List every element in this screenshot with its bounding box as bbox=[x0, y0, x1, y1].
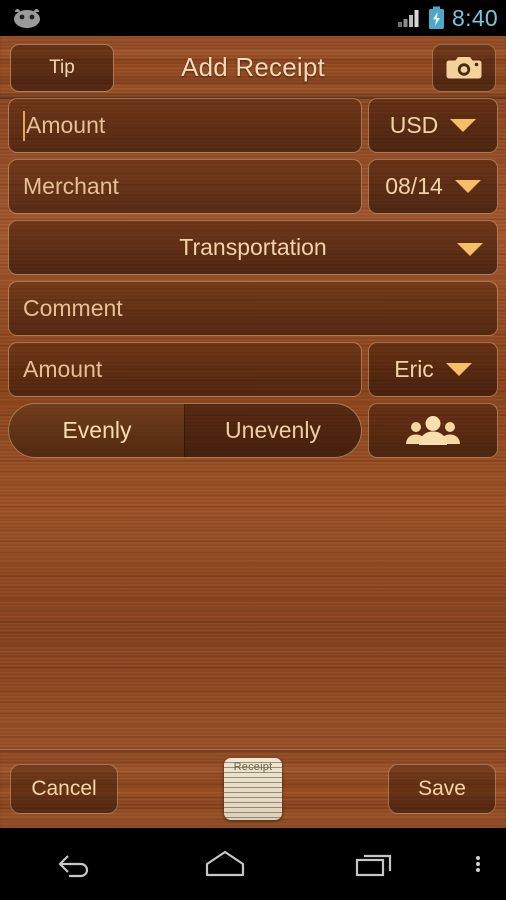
category-row: Transportation bbox=[0, 220, 506, 275]
recent-apps-icon bbox=[355, 854, 392, 877]
merchant-row: Merchant 08/14 bbox=[0, 159, 506, 214]
share-amount-row: Amount Eric bbox=[0, 342, 506, 397]
date-value: 08/14 bbox=[385, 173, 443, 199]
save-button[interactable]: Save bbox=[388, 764, 496, 814]
category-value: Transportation bbox=[179, 234, 327, 260]
android-nav-bar bbox=[0, 828, 506, 900]
battery-charging-icon bbox=[429, 6, 445, 29]
category-spinner[interactable]: Transportation bbox=[8, 220, 498, 275]
merchant-placeholder: Merchant bbox=[23, 173, 119, 199]
split-mode-toggle[interactable]: Evenly Unevenly bbox=[8, 403, 362, 458]
payer-spinner[interactable]: Eric bbox=[368, 342, 498, 397]
back-arrow-icon bbox=[58, 855, 89, 878]
nav-back-button[interactable] bbox=[0, 828, 150, 900]
share-amount-placeholder: Amount bbox=[23, 356, 103, 382]
tip-button[interactable]: Tip bbox=[10, 44, 114, 92]
camera-button[interactable] bbox=[432, 44, 496, 92]
people-group-icon bbox=[406, 415, 460, 445]
save-button-label: Save bbox=[418, 777, 466, 800]
receipt-thumbnail-icon[interactable]: Receipt bbox=[224, 758, 282, 820]
cancel-button[interactable]: Cancel bbox=[10, 764, 118, 814]
amount-placeholder: Amount bbox=[26, 112, 106, 138]
amount-row: Amount USD bbox=[0, 98, 506, 153]
nav-recents-button[interactable] bbox=[300, 828, 450, 900]
comment-placeholder: Comment bbox=[23, 295, 123, 321]
split-unevenly-option[interactable]: Unevenly bbox=[185, 404, 361, 457]
app-screen: 8:40 Add Receipt Tip Amount USD Merchant… bbox=[0, 0, 506, 900]
share-amount-input[interactable]: Amount bbox=[8, 342, 362, 397]
split-evenly-label: Evenly bbox=[62, 417, 132, 443]
bottom-action-bar: Cancel Receipt Save bbox=[0, 749, 506, 828]
select-people-button[interactable] bbox=[368, 403, 498, 458]
chevron-down-icon bbox=[450, 119, 477, 132]
nav-home-button[interactable] bbox=[150, 828, 300, 900]
comment-row: Comment bbox=[0, 281, 506, 336]
chevron-down-icon bbox=[454, 180, 481, 193]
payer-value: Eric bbox=[394, 356, 434, 382]
comment-input[interactable]: Comment bbox=[8, 281, 498, 336]
status-icons: 8:40 bbox=[397, 0, 498, 36]
signal-bars-icon bbox=[398, 10, 419, 27]
chevron-down-icon bbox=[457, 243, 483, 256]
nav-overflow-button[interactable] bbox=[450, 828, 506, 900]
tip-button-label: Tip bbox=[49, 57, 75, 78]
receipt-thumbnail-label: Receipt bbox=[233, 761, 273, 773]
currency-value: USD bbox=[389, 112, 439, 138]
camera-icon bbox=[446, 57, 482, 79]
status-bar: 8:40 bbox=[0, 0, 506, 36]
cyanogenmod-head-icon bbox=[14, 9, 40, 28]
split-row: Evenly Unevenly bbox=[0, 403, 506, 458]
home-icon bbox=[205, 850, 245, 877]
merchant-input[interactable]: Merchant bbox=[8, 159, 362, 214]
receipt-form: Amount USD Merchant 08/14 Transportation bbox=[0, 98, 506, 464]
split-unevenly-label: Unevenly bbox=[225, 417, 321, 443]
currency-spinner[interactable]: USD bbox=[368, 98, 498, 153]
amount-input[interactable]: Amount bbox=[8, 98, 362, 153]
action-bar: Add Receipt Tip bbox=[0, 36, 506, 99]
text-caret bbox=[23, 110, 25, 141]
split-evenly-option[interactable]: Evenly bbox=[9, 404, 185, 457]
overflow-menu-icon bbox=[476, 854, 480, 874]
cancel-button-label: Cancel bbox=[31, 777, 97, 800]
status-clock: 8:40 bbox=[452, 5, 498, 31]
date-spinner[interactable]: 08/14 bbox=[368, 159, 498, 214]
chevron-down-icon bbox=[445, 363, 472, 376]
